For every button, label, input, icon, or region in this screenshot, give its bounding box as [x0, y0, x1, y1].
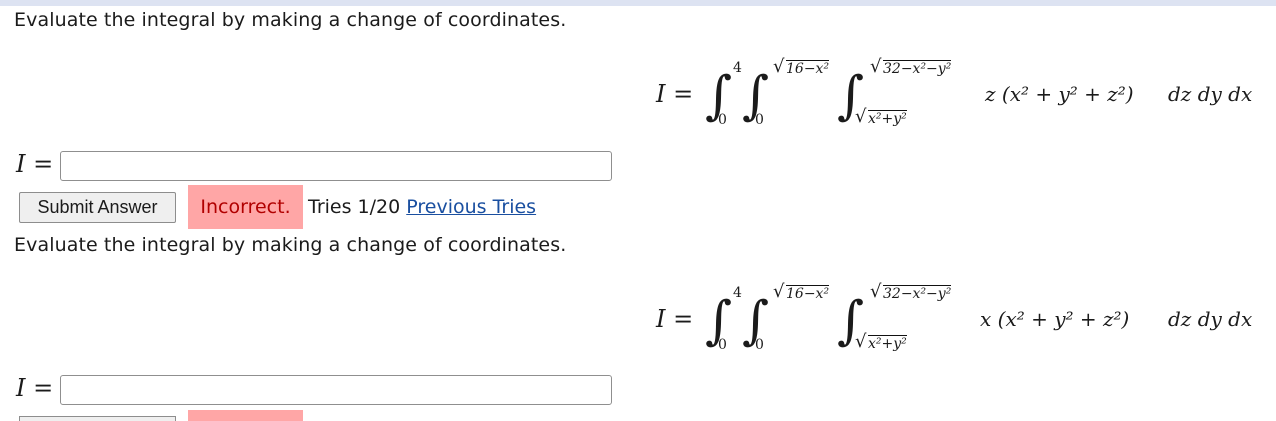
middle-lower-limit: 0: [755, 112, 764, 128]
answer-label: I =: [16, 374, 54, 402]
integrand: x (x² + y² + z²): [980, 307, 1130, 331]
radical-sign: √: [773, 281, 785, 302]
radical-sign: √: [870, 281, 882, 302]
tries-info: Tries 1/20 Previous Tries: [308, 196, 536, 218]
outer-lower-limit: 0: [718, 337, 727, 353]
answer-label: I =: [16, 150, 54, 178]
inner-upper-limit: 32−x²−y²: [883, 285, 952, 302]
previous-tries-link[interactable]: Previous Tries: [406, 196, 536, 218]
formula-lhs: I =: [656, 305, 694, 333]
outer-upper-limit: 4: [733, 60, 742, 76]
status-badge: Incorrect.: [188, 185, 303, 229]
problem-1-formula: I = ∫ 4 0 ∫ √ 16−x² 0 ∫ √ 32−x²−y² √ x²+…: [0, 50, 1276, 140]
submit-answer-button[interactable]: [19, 416, 176, 421]
middle-upper-limit: 16−x²: [786, 60, 830, 77]
answer-input[interactable]: [60, 375, 612, 405]
radical-sign: √: [855, 331, 867, 352]
problem-1-prompt: Evaluate the integral by making a change…: [14, 9, 567, 31]
top-divider: [0, 0, 1276, 6]
tries-count: Tries 1/20: [308, 196, 401, 218]
problem-2-prompt: Evaluate the integral by making a change…: [14, 234, 567, 256]
status-badge: [188, 410, 303, 421]
differentials: dz dy dx: [1168, 82, 1253, 106]
submit-answer-button[interactable]: Submit Answer: [19, 192, 176, 223]
middle-upper-limit: 16−x²: [786, 285, 830, 302]
outer-upper-limit: 4: [733, 285, 742, 301]
middle-lower-limit: 0: [755, 337, 764, 353]
inner-lower-limit: x²+y²: [868, 110, 907, 127]
radical-sign: √: [855, 106, 867, 127]
inner-upper-limit: 32−x²−y²: [883, 60, 952, 77]
formula-lhs: I =: [656, 80, 694, 108]
outer-lower-limit: 0: [718, 112, 727, 128]
differentials: dz dy dx: [1168, 307, 1253, 331]
radical-sign: √: [870, 56, 882, 77]
radical-sign: √: [773, 56, 785, 77]
inner-lower-limit: x²+y²: [868, 335, 907, 352]
answer-input[interactable]: [60, 151, 612, 181]
integrand: z (x² + y² + z²): [985, 82, 1134, 106]
problem-2-formula: I = ∫ 4 0 ∫ √ 16−x² 0 ∫ √ 32−x²−y² √ x²+…: [0, 275, 1276, 365]
